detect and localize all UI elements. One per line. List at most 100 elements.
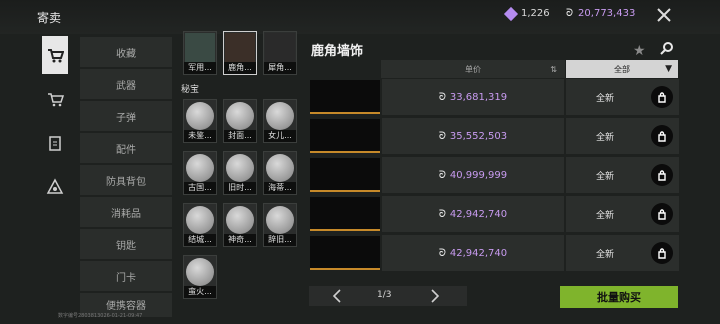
listing-price: 42,942,740 [449,208,508,220]
coin-item-image [226,154,254,182]
bag-icon [658,170,666,181]
item-slot[interactable]: 军用... [183,31,217,75]
item-label: 古国... [184,182,216,194]
listing-price: 40,999,999 [449,169,508,181]
buy-button[interactable] [651,125,673,147]
item-slot[interactable]: 海蒂... [263,151,297,195]
item-slot[interactable]: 旧时... [223,151,257,195]
clipboard-icon [49,136,61,151]
section-label: 秘宝 [181,85,200,95]
item-label: 鹿角... [224,62,256,74]
bulk-buy-button[interactable]: 批量购买 [560,286,678,308]
buy-button[interactable] [651,164,673,186]
buy-button[interactable] [651,242,673,264]
item-slot-selected[interactable]: 鹿角... [223,31,257,75]
item-slot[interactable]: 封面... [223,99,257,143]
nav-records[interactable] [42,124,68,162]
category-item[interactable]: 配件 [80,133,172,163]
item-label: 旧时... [224,182,256,194]
bag-icon [658,131,666,142]
filter-label: 全部 [614,64,630,74]
category-item[interactable]: 门卡 [80,261,172,291]
category-item[interactable]: 消耗品 [80,197,172,227]
item-slot[interactable]: 辞旧... [263,203,297,247]
nav-sell[interactable] [42,36,68,74]
category-item[interactable]: 钥匙 [80,229,172,259]
filter-dropdown[interactable]: 全部 ▼ [566,60,678,78]
antler-thumbnail [310,158,380,192]
search-button[interactable] [660,40,674,59]
bag-icon [658,248,666,259]
nav-orders[interactable] [42,80,68,118]
triangle-eye-icon [46,178,64,194]
uid-text: 数字编号2803813026-01-21-09:47 [58,313,143,319]
pager: 1/3 [309,286,467,306]
antler-thumbnail [310,197,380,231]
listing-condition: 全新 [596,94,615,104]
item-slot[interactable]: 结城... [183,203,217,247]
coin-item-image [186,102,214,130]
buy-button[interactable] [651,86,673,108]
coin-icon: ᘐ [438,91,446,103]
coin-icon: ᘐ [566,8,574,19]
item-label: 女儿... [264,130,296,142]
listing-row[interactable]: ᘐ 33,681,319 全新 [309,79,680,115]
close-icon [657,8,671,22]
listing-row[interactable]: ᘐ 35,552,503 全新 [309,118,680,154]
coin-icon: ᘐ [438,208,446,220]
sort-icon: ⇅ [550,64,557,74]
item-slot[interactable]: 未鉴... [183,99,217,143]
item-label: 封面... [224,130,256,142]
item-label: 神奇... [224,234,256,246]
item-label: 结城... [184,234,216,246]
coin-item-image [266,154,294,182]
listing-condition: 全新 [596,211,615,221]
antler-thumbnail [310,236,380,270]
item-label: 辞旧... [264,234,296,246]
buy-button[interactable] [651,203,673,225]
cart-icon [48,49,64,63]
price-header[interactable]: 单价 ⇅ [381,60,565,78]
close-button[interactable] [654,5,674,25]
listing-price: 35,552,503 [449,130,508,142]
item-slot[interactable]: 犀角... [263,31,297,75]
item-image [185,33,215,63]
item-slot[interactable]: 神奇... [223,203,257,247]
listing-condition: 全新 [596,172,615,182]
category-item[interactable]: 防具背包 [80,165,172,195]
antler-thumbnail [310,119,380,153]
category-item[interactable]: 子弹 [80,101,172,131]
item-label: 蛮火... [184,286,216,298]
nav-other[interactable] [42,168,68,206]
coin-item-image [226,102,254,130]
item-slot[interactable]: 古国... [183,151,217,195]
listing-row[interactable]: ᘐ 42,942,740 全新 [309,235,680,271]
item-slot[interactable]: 蛮火... [183,255,217,299]
listing-row[interactable]: ᘐ 40,999,999 全新 [309,157,680,193]
listing-price: 42,942,740 [449,247,508,259]
item-slot[interactable]: 女儿... [263,99,297,143]
category-item[interactable]: 武器 [80,69,172,99]
coin-item-image [186,258,214,286]
favorite-button[interactable]: ★ [633,40,646,59]
gem-balance: 1,226 [503,6,550,21]
cart-list-icon [48,93,64,107]
gem-icon [503,6,519,21]
coin-item-image [226,206,254,234]
category-item[interactable]: 收藏 [80,37,172,67]
listing-row[interactable]: ᘐ 42,942,740 全新 [309,196,680,232]
coin-icon: ᘐ [438,169,446,181]
listing-title: 鹿角墙饰 [311,44,364,59]
antler-thumbnail [310,80,380,114]
item-label: 军用... [184,62,216,74]
next-page-button[interactable] [429,288,447,304]
coin-icon: ᘐ [438,247,446,259]
coin-icon: ᘐ [438,130,446,142]
filter-icon: ▼ [665,64,672,74]
prev-page-button[interactable] [331,288,349,304]
coin-item-image [266,206,294,234]
item-label: 犀角... [264,62,296,74]
listing-condition: 全新 [596,133,615,143]
coin-count: 20,773,433 [578,8,636,19]
coin-item-image [186,206,214,234]
